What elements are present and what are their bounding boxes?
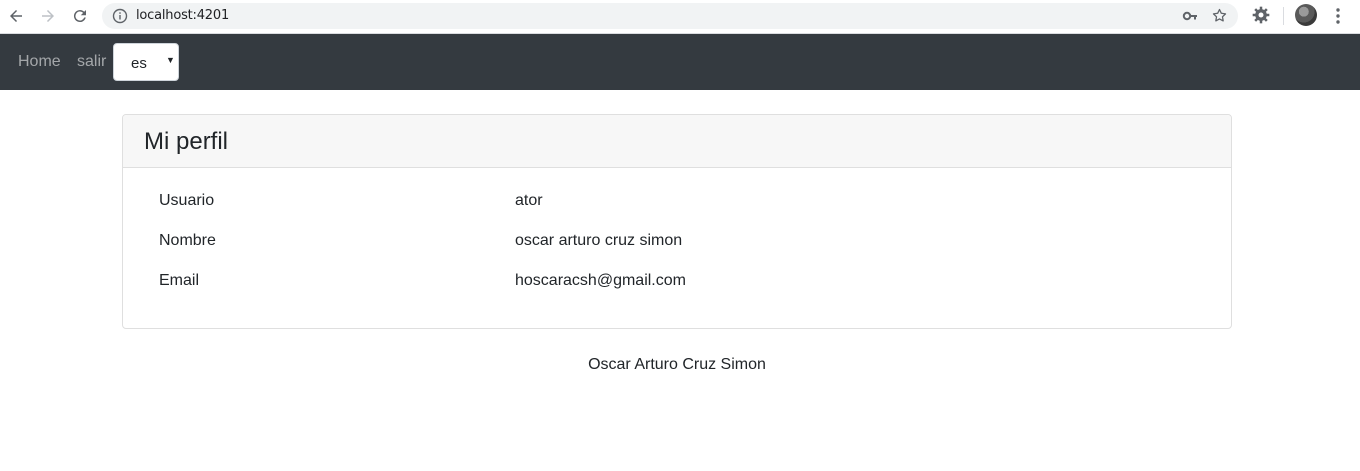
- gear-icon[interactable]: [1251, 5, 1271, 25]
- profile-row-email: Email hoscaracsh@gmail.com: [123, 272, 1231, 296]
- forward-icon[interactable]: [37, 5, 59, 27]
- url-text[interactable]: localhost:4201: [136, 8, 229, 23]
- nav-logout-link[interactable]: salir: [77, 53, 106, 71]
- field-value: ator: [515, 192, 543, 209]
- profile-card: Mi perfil Usuario ator Nombre oscar artu…: [122, 114, 1232, 329]
- field-label: Email: [159, 272, 200, 289]
- field-value: hoscaracsh@gmail.com: [515, 272, 686, 289]
- kebab-menu-icon[interactable]: [1330, 6, 1346, 26]
- field-label: Usuario: [159, 192, 215, 209]
- nav-home-link[interactable]: Home: [18, 53, 61, 71]
- toolbar-divider: [1283, 7, 1284, 25]
- profile-row-username: Usuario ator: [123, 192, 1231, 216]
- profile-row-name: Nombre oscar arturo cruz simon: [123, 232, 1231, 256]
- star-icon[interactable]: [1211, 7, 1228, 24]
- key-icon[interactable]: [1182, 8, 1198, 24]
- card-header: Mi perfil: [123, 115, 1231, 168]
- field-label: Nombre: [159, 232, 216, 249]
- field-value: oscar arturo cruz simon: [515, 232, 683, 249]
- avatar[interactable]: [1295, 4, 1317, 26]
- browser-toolbar: localhost:4201: [0, 0, 1360, 34]
- reload-icon[interactable]: [69, 5, 91, 27]
- page-title: Mi perfil: [144, 128, 229, 155]
- address-bar[interactable]: localhost:4201: [102, 3, 1238, 29]
- chevron-down-icon: ▼: [166, 55, 175, 65]
- footer-author: Oscar Arturo Cruz Simon: [588, 356, 766, 373]
- app-navbar: Home salir es ▼: [0, 34, 1360, 90]
- language-select[interactable]: es ▼: [113, 43, 179, 81]
- language-select-value: es: [131, 55, 147, 72]
- back-icon[interactable]: [5, 5, 27, 27]
- footer: Oscar Arturo Cruz Simon: [0, 356, 1360, 374]
- info-icon[interactable]: [112, 8, 128, 24]
